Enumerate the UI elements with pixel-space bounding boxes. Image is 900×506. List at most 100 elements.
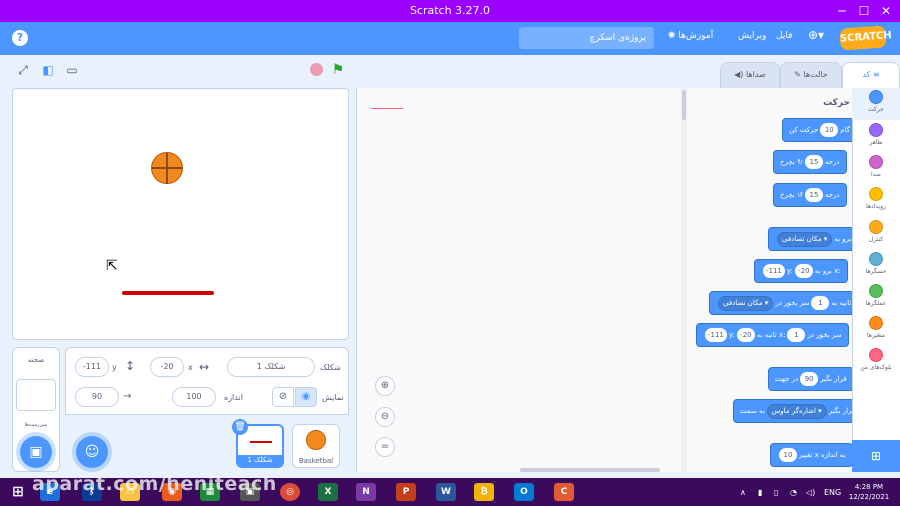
hide-eye-icon[interactable]: ⊘ [272, 387, 294, 407]
glide-to-block[interactable]: مکان تصادفی ▾ ثانیه به1سر بخور در [709, 291, 859, 315]
volume-icon[interactable]: ◁) [806, 488, 815, 497]
sprite-thumbnail-2[interactable]: Basketbal [292, 424, 340, 468]
brush-icon: ✎ [794, 70, 801, 79]
category-looks[interactable]: ظاهر [852, 123, 900, 146]
y-arrows-icon: ↕ [125, 359, 136, 373]
y-input[interactable]: -111 [705, 328, 727, 342]
basketball-sprite[interactable] [151, 152, 183, 184]
add-extension-button[interactable]: ⊞ [852, 440, 900, 472]
turn-left-block[interactable]: درجه15↺ بچرخ [773, 183, 847, 207]
powerpoint-icon[interactable]: P [396, 483, 416, 501]
scratch-logo[interactable]: SCRATCH [839, 25, 892, 51]
degrees-input[interactable]: 15 [804, 188, 823, 202]
category-operators[interactable]: عملگرها [852, 284, 900, 307]
category-control[interactable]: کنترل [852, 220, 900, 243]
go-to-block[interactable]: مکان تصادفی ▾ برو به [768, 227, 859, 251]
maximize-button[interactable]: ☐ [854, 2, 874, 20]
seconds-input[interactable]: 1 [787, 328, 806, 342]
target-dropdown[interactable]: مکان تصادفی ▾ [777, 231, 833, 247]
zoom-in-icon[interactable]: ⊕ [375, 376, 395, 396]
seconds-input[interactable]: 1 [811, 296, 830, 310]
bitcoin-app-icon[interactable]: ₿ [474, 483, 494, 501]
x-input[interactable]: -20 [794, 264, 813, 278]
chrome-icon[interactable]: ◎ [280, 483, 300, 501]
stage-canvas[interactable] [12, 88, 349, 340]
small-stage-icon[interactable]: ◧ [40, 62, 56, 78]
minimize-button[interactable]: ─ [832, 2, 852, 20]
change-input[interactable]: 10 [779, 448, 797, 462]
delete-sprite-icon[interactable]: 🗑 [232, 419, 248, 435]
block-text: حرکت کن [789, 126, 819, 134]
stop-icon[interactable] [308, 62, 324, 78]
point-in-direction-block[interactable]: قرار بگیر90در جهت [768, 367, 854, 391]
stage-thumbnail[interactable] [16, 379, 56, 411]
x-input[interactable]: -20 [736, 328, 755, 342]
y-input[interactable]: -111 [763, 264, 785, 278]
category-dot [869, 252, 883, 266]
steps-input[interactable]: 10 [820, 123, 839, 137]
zoom-out-icon[interactable]: ⊖ [375, 407, 395, 427]
fullscreen-icon[interactable]: ⤢ [15, 62, 31, 78]
category-dot [869, 187, 883, 201]
sprite-name-input[interactable]: شکلک 1 [227, 357, 315, 377]
y-position-input[interactable]: -111 [75, 357, 109, 377]
choose-sprite-button[interactable]: ☺ [76, 436, 108, 468]
paddle-sprite[interactable] [122, 291, 214, 295]
tutorials-menu[interactable]: ✺ آموزش‌ها [668, 31, 713, 41]
category-my-blocks[interactable]: بلوک‌های من [852, 348, 900, 371]
category-motion[interactable]: حرکت [852, 90, 900, 113]
help-icon[interactable]: ? [12, 30, 28, 46]
category-label: رویدادها [866, 203, 886, 210]
globe-icon[interactable]: ⊕▾ [808, 28, 824, 42]
camtasia-icon[interactable]: C [554, 483, 574, 501]
green-flag-icon[interactable]: ⚑ [330, 62, 346, 78]
move-steps-block[interactable]: گام10حرکت کن [782, 118, 858, 142]
point-towards-block[interactable]: قرار بگیراشاره‌گر ماوس ▾به سمت [733, 399, 863, 423]
file-menu[interactable]: فایل [776, 31, 792, 41]
size-input[interactable]: 100 [172, 387, 216, 407]
category-sound[interactable]: صدا [852, 155, 900, 178]
paddle-thumbnail-image [250, 441, 272, 443]
editor-tabs: ◀) صداها ✎ حالت‌ها کد ≡ [720, 58, 900, 88]
glide-to-xy-block[interactable]: -111 y: -20 ثانیه به x: 1 سر بخور در [696, 323, 849, 347]
direction-input[interactable]: 90 [800, 372, 819, 386]
project-title-input[interactable]: پروژه‌ی اسکرچ [519, 27, 654, 49]
change-x-block[interactable]: 10 تغییر x به اندازه [770, 443, 853, 467]
x-label: x [188, 363, 193, 372]
direction-input[interactable]: 90 [75, 387, 119, 407]
tray-up-arrow-icon[interactable]: ∧ [740, 488, 746, 497]
battery-icon[interactable]: ▮ [758, 488, 762, 497]
category-sensing[interactable]: حسگرها [852, 252, 900, 275]
scroll-thumb[interactable] [682, 90, 686, 120]
turn-right-block[interactable]: درجه15↻ بچرخ [773, 150, 847, 174]
backdrops-label: پس‌زمینه‌ها [24, 422, 48, 428]
excel-icon[interactable]: X [318, 483, 338, 501]
start-icon[interactable]: ⊞ [8, 483, 28, 501]
category-events[interactable]: رویدادها [852, 187, 900, 210]
language-indicator[interactable]: ENG [824, 488, 841, 497]
outlook-icon[interactable]: O [514, 483, 534, 501]
onenote-icon[interactable]: N [356, 483, 376, 501]
horizontal-scrollbar[interactable] [520, 468, 660, 472]
target-dropdown[interactable]: اشاره‌گر ماوس ▾ [766, 403, 827, 419]
taskbar-clock[interactable]: 4:28 PM 12/22/2021 [846, 482, 892, 502]
tab-sounds[interactable]: ◀) صداها [720, 62, 780, 88]
large-stage-icon[interactable]: ▭ [64, 62, 80, 78]
close-button[interactable]: ✕ [876, 2, 896, 20]
category-label: ظاهر [869, 139, 883, 146]
word-icon[interactable]: W [436, 483, 456, 501]
category-variables[interactable]: متغیرها [852, 316, 900, 339]
go-to-xy-block[interactable]: -111 y: -20 برو به x: [754, 259, 848, 283]
choose-backdrop-button[interactable]: ▣ [20, 436, 52, 468]
wifi-icon[interactable]: ◔ [790, 488, 797, 497]
show-eye-icon[interactable]: ◉ [295, 387, 317, 407]
zoom-reset-icon[interactable]: = [375, 437, 395, 457]
network-icon[interactable]: ▯ [774, 488, 778, 497]
target-dropdown[interactable]: مکان تصادفی ▾ [718, 295, 774, 311]
tab-costumes[interactable]: ✎ حالت‌ها [780, 62, 842, 88]
code-workspace[interactable] [356, 88, 681, 472]
degrees-input[interactable]: 15 [804, 155, 823, 169]
x-position-input[interactable]: -20 [150, 357, 184, 377]
tab-code[interactable]: کد ≡ [842, 62, 900, 88]
edit-menu[interactable]: ویرایش [738, 31, 766, 41]
